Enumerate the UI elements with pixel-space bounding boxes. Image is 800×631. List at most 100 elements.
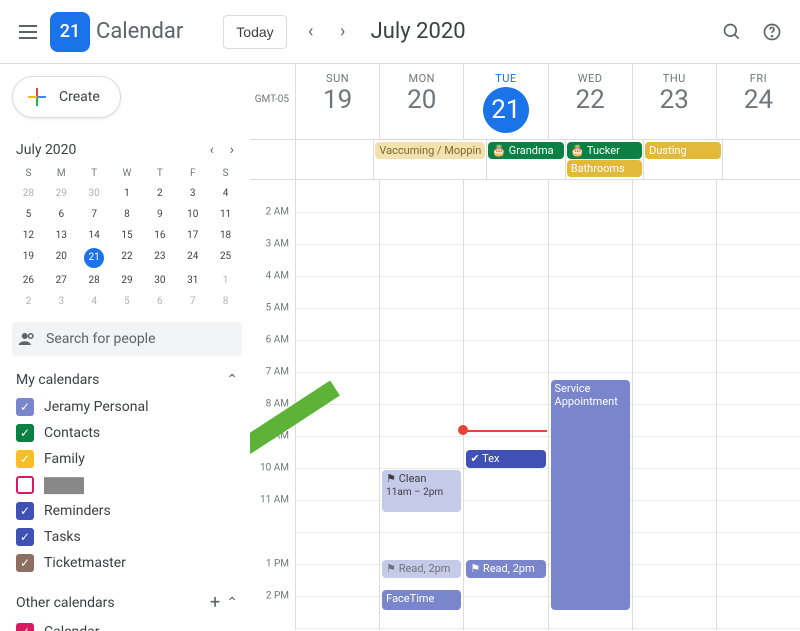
mini-day[interactable]: 18 — [209, 225, 242, 246]
mini-day[interactable]: 12 — [12, 225, 45, 246]
calendar-checkbox[interactable]: ✓ — [16, 623, 34, 631]
mini-day[interactable]: 27 — [45, 270, 78, 291]
day-column[interactable]: Service Appointment — [548, 180, 632, 630]
mini-day[interactable]: 29 — [111, 270, 144, 291]
mini-day[interactable]: 19 — [12, 246, 45, 270]
mini-day[interactable]: 14 — [78, 225, 111, 246]
calendar-checkbox[interactable]: ✓ — [16, 528, 34, 546]
allday-event[interactable]: Vaccuming / Moppin — [375, 142, 485, 159]
allday-event[interactable]: Dusting — [645, 142, 720, 159]
calendar-item[interactable]: ✓Family — [12, 446, 242, 472]
mini-day[interactable]: 1 — [111, 183, 144, 204]
day-header[interactable]: THU23 — [632, 64, 716, 139]
allday-cell[interactable]: Vaccuming / Moppin — [373, 140, 486, 179]
calendar-checkbox[interactable]: ✓ — [16, 398, 34, 416]
calendar-item[interactable]: ✓Reminders — [12, 498, 242, 524]
mini-day[interactable]: 31 — [176, 270, 209, 291]
mini-day[interactable]: 5 — [12, 204, 45, 225]
day-column[interactable]: ✔ Tex ⚑ Read, 2pm — [463, 180, 547, 630]
allday-event[interactable]: Bathrooms — [567, 160, 642, 177]
mini-day[interactable]: 7 — [176, 291, 209, 312]
event[interactable]: ⚑ Read, 2pm — [382, 560, 461, 578]
mini-day[interactable]: 30 — [143, 270, 176, 291]
allday-event[interactable]: 🎂 Tucker — [567, 142, 642, 159]
next-period-button[interactable]: › — [327, 16, 359, 48]
calendar-item[interactable]: ✓Contacts — [12, 420, 242, 446]
mini-day[interactable]: 16 — [143, 225, 176, 246]
mini-day[interactable]: 2 — [12, 291, 45, 312]
mini-day[interactable]: 28 — [78, 270, 111, 291]
mini-day[interactable]: 9 — [143, 204, 176, 225]
calendar-item[interactable]: ✓Ticketmaster — [12, 550, 242, 576]
event[interactable]: ⚑ Clean11am – 2pm — [382, 470, 461, 512]
allday-cell[interactable] — [722, 140, 800, 179]
event[interactable]: ✔ Tex — [466, 450, 545, 468]
mini-day[interactable]: 22 — [111, 246, 144, 270]
mini-prev-button[interactable]: ‹ — [206, 140, 218, 160]
mini-day[interactable]: 15 — [111, 225, 144, 246]
mini-day[interactable]: 1 — [209, 270, 242, 291]
mini-day[interactable]: 11 — [209, 204, 242, 225]
mini-day[interactable]: 29 — [45, 183, 78, 204]
mini-day[interactable]: 20 — [45, 246, 78, 270]
mini-next-button[interactable]: › — [226, 140, 238, 160]
mini-day[interactable]: 6 — [143, 291, 176, 312]
calendar-checkbox[interactable]: ✓ — [16, 502, 34, 520]
other-calendars-header[interactable]: Other calendars + ⌃ — [16, 592, 238, 613]
mini-day[interactable]: 4 — [78, 291, 111, 312]
mini-calendar[interactable]: SMTWTFS282930123456789101112131415161718… — [12, 164, 242, 312]
mini-day[interactable]: 3 — [45, 291, 78, 312]
calendar-item[interactable]: ✓Calendar — [12, 619, 242, 631]
allday-event[interactable]: 🎂 Grandma — [488, 142, 563, 159]
search-button[interactable] — [712, 12, 752, 52]
mini-day[interactable]: 6 — [45, 204, 78, 225]
mini-day[interactable]: 28 — [12, 183, 45, 204]
calendar-checkbox[interactable]: ✓ — [16, 554, 34, 572]
allday-cell[interactable]: 🎂 TuckerBathrooms — [565, 140, 643, 179]
mini-day[interactable]: 5 — [111, 291, 144, 312]
day-header[interactable]: TUE21 — [463, 64, 547, 139]
mini-day[interactable]: 24 — [176, 246, 209, 270]
mini-day[interactable]: 17 — [176, 225, 209, 246]
prev-period-button[interactable]: ‹ — [295, 16, 327, 48]
add-calendar-button[interactable]: + — [210, 592, 220, 613]
mini-day[interactable]: 26 — [12, 270, 45, 291]
day-column[interactable] — [716, 180, 800, 630]
mini-day[interactable]: 8 — [111, 204, 144, 225]
day-column[interactable] — [632, 180, 716, 630]
day-column[interactable]: ⚑ Clean11am – 2pm ⚑ Read, 2pm FaceTime — [379, 180, 463, 630]
day-header[interactable]: MON20 — [379, 64, 463, 139]
main-menu-button[interactable] — [8, 12, 48, 52]
mini-day[interactable]: 10 — [176, 204, 209, 225]
calendar-checkbox[interactable]: ✓ — [16, 450, 34, 468]
allday-cell[interactable]: Dusting — [643, 140, 721, 179]
day-header[interactable]: WED22 — [548, 64, 632, 139]
mini-day[interactable]: 7 — [78, 204, 111, 225]
allday-cell[interactable]: 🎂 Grandma — [486, 140, 564, 179]
allday-cell[interactable] — [295, 140, 373, 179]
event[interactable]: FaceTime — [382, 590, 461, 610]
help-button[interactable] — [752, 12, 792, 52]
mini-day[interactable]: 3 — [176, 183, 209, 204]
calendar-item[interactable]: ✓Tasks — [12, 524, 242, 550]
mini-day[interactable]: 23 — [143, 246, 176, 270]
day-header[interactable]: FRI24 — [716, 64, 800, 139]
day-column[interactable] — [295, 180, 379, 630]
calendar-item[interactable]: ✓Jeramy Personal — [12, 394, 242, 420]
mini-day[interactable]: 21 — [84, 248, 104, 268]
mini-day[interactable]: 25 — [209, 246, 242, 270]
calendar-item[interactable]: ████ — [12, 472, 242, 498]
mini-day[interactable]: 4 — [209, 183, 242, 204]
event[interactable]: Service Appointment — [551, 380, 630, 610]
mini-day[interactable]: 13 — [45, 225, 78, 246]
search-people-input[interactable]: Search for people — [12, 322, 242, 356]
calendar-checkbox[interactable] — [16, 476, 34, 494]
event[interactable]: ⚑ Read, 2pm — [466, 560, 545, 578]
calendar-checkbox[interactable]: ✓ — [16, 424, 34, 442]
mini-day[interactable]: 2 — [143, 183, 176, 204]
my-calendars-header[interactable]: My calendars ⌃ — [16, 372, 238, 388]
mini-day[interactable]: 30 — [78, 183, 111, 204]
day-header[interactable]: SUN19 — [295, 64, 379, 139]
create-button[interactable]: Create — [12, 76, 121, 118]
mini-day[interactable]: 8 — [209, 291, 242, 312]
